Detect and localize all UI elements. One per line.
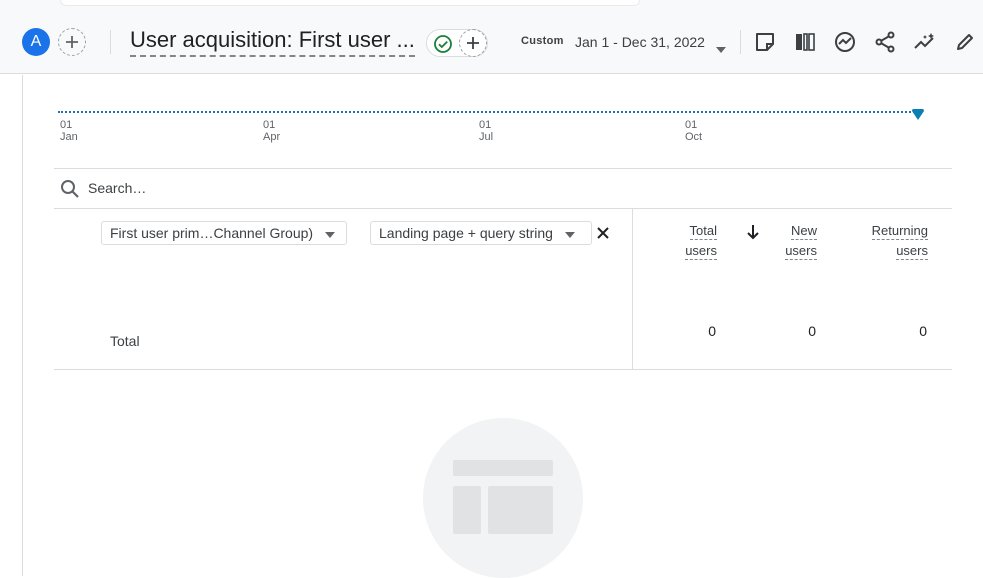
empty-illustration-bar — [453, 460, 553, 476]
timeline-chart-line — [58, 111, 918, 113]
secondary-dimension-select[interactable]: Landing page + query string — [370, 221, 592, 245]
insights-icon[interactable] — [833, 30, 857, 54]
primary-dimension-label: First user prim…Channel Group) — [110, 225, 314, 241]
total-row-label: Total — [110, 333, 140, 349]
column-header-returning-users[interactable]: Returning users — [852, 221, 928, 261]
new-users-value: 0 — [808, 323, 816, 339]
close-icon — [597, 227, 609, 239]
table-search-input[interactable] — [88, 178, 588, 198]
plus-icon — [467, 37, 479, 49]
empty-illustration-block-right — [488, 486, 553, 534]
content-left-border — [22, 75, 23, 576]
chevron-down-icon[interactable] — [716, 40, 726, 58]
metrics-column-divider — [632, 209, 633, 369]
empty-state-illustration — [423, 418, 583, 578]
header-divider — [110, 30, 111, 54]
annotation-marker-icon[interactable] — [911, 107, 925, 126]
report-header: A User acquisition: First user ... Custo… — [0, 0, 983, 74]
check-circle-icon[interactable] — [433, 34, 453, 59]
comparison-avatar[interactable]: A — [22, 28, 50, 56]
table-top-divider — [54, 168, 952, 169]
column-header-total-users[interactable]: Total users — [672, 221, 717, 261]
total-users-value: 0 — [708, 323, 716, 339]
chevron-down-icon — [325, 225, 336, 241]
timeline-tick-jan: 01 Jan — [60, 119, 78, 143]
date-range-picker[interactable]: Jan 1 - Dec 31, 2022 — [575, 34, 705, 50]
date-preset-label: Custom — [521, 35, 564, 47]
remove-secondary-dimension-button[interactable] — [597, 226, 609, 244]
chevron-down-icon — [564, 225, 575, 241]
compare-columns-icon[interactable] — [793, 30, 817, 54]
total-row-divider — [54, 369, 952, 370]
search-divider — [54, 208, 952, 209]
sort-descending-arrow-icon[interactable] — [746, 224, 760, 245]
timeline-tick-oct: 01 Oct — [685, 119, 703, 143]
trend-sparkle-icon[interactable] — [913, 30, 937, 54]
column-header-new-users[interactable]: New users — [767, 221, 817, 261]
share-icon[interactable] — [873, 30, 897, 54]
returning-users-value: 0 — [919, 323, 927, 339]
empty-illustration-block-left — [453, 486, 481, 534]
report-title[interactable]: User acquisition: First user ... — [130, 27, 415, 57]
toolbar-divider — [740, 30, 741, 54]
note-icon[interactable] — [753, 30, 777, 54]
timeline-tick-jul: 01 Jul — [479, 119, 494, 143]
edit-pencil-icon[interactable] — [953, 30, 977, 54]
add-filter-button[interactable] — [459, 29, 487, 57]
primary-dimension-select[interactable]: First user prim…Channel Group) — [101, 221, 347, 245]
search-icon — [60, 179, 80, 204]
add-comparison-button[interactable] — [58, 28, 86, 56]
plus-icon — [66, 36, 78, 48]
timeline-tick-apr: 01 Apr — [263, 119, 281, 143]
header-top-edge — [60, 0, 640, 6]
secondary-dimension-label: Landing page + query string — [379, 225, 553, 241]
